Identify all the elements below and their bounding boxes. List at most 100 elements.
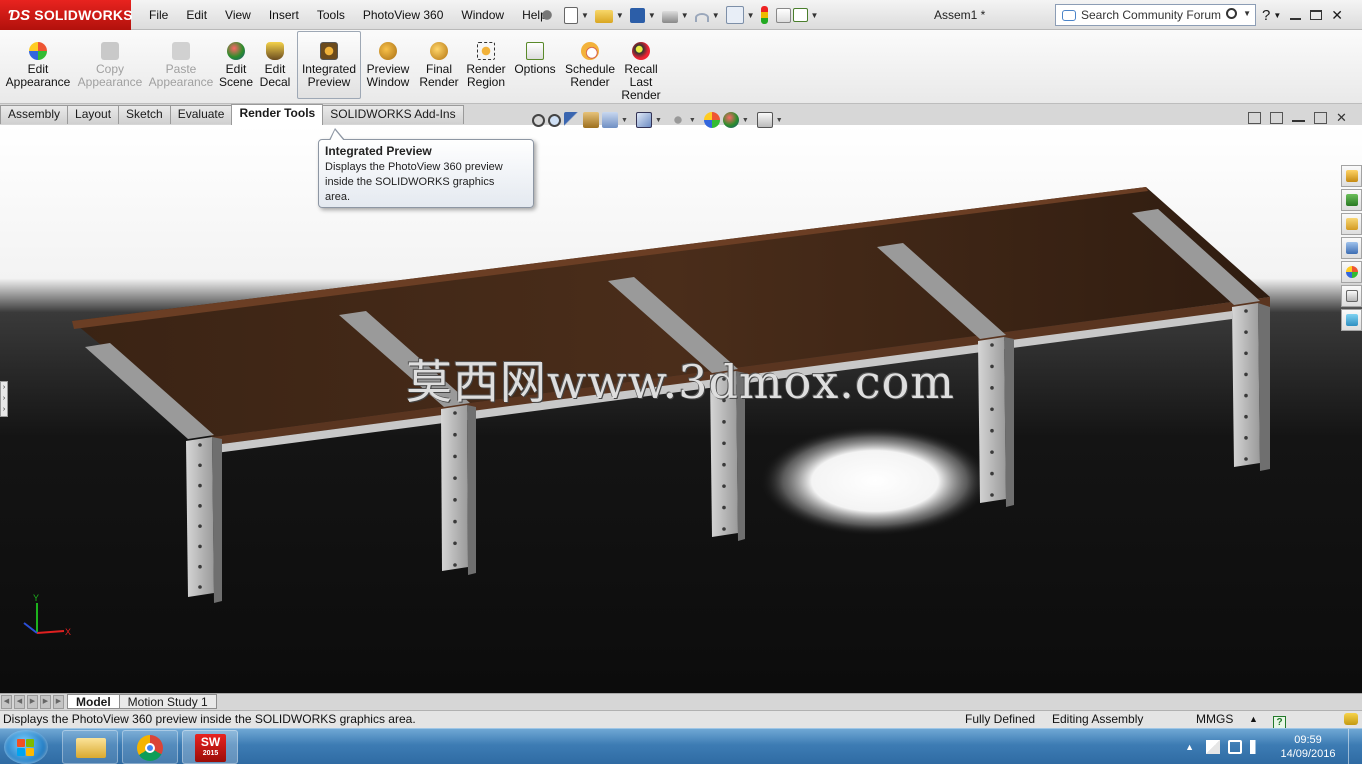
select-cursor-icon[interactable] — [725, 6, 744, 24]
tab-solidworks-add-ins[interactable]: SOLIDWORKS Add-Ins — [322, 105, 464, 124]
tab-scroll-last-icon[interactable]: ▶ — [40, 695, 51, 709]
print-icon[interactable] — [661, 10, 678, 23]
recall-last-render-button[interactable]: Recall Last Render — [620, 32, 662, 102]
volume-icon[interactable] — [1250, 740, 1264, 754]
pin-icon[interactable] — [538, 6, 556, 24]
annotation-dropdown-icon[interactable]: ▼ — [621, 117, 628, 124]
viewport-close-icon[interactable]: ✕ — [1336, 111, 1349, 124]
paste-appearance-button[interactable]: Paste Appearance — [147, 32, 215, 102]
menu-insert[interactable]: Insert — [260, 0, 308, 30]
tab-render-tools[interactable]: Render Tools — [231, 104, 324, 125]
menu-view[interactable]: View — [216, 0, 260, 30]
minimize-icon[interactable] — [1290, 18, 1302, 20]
units-menu-arrow-icon[interactable]: ▲ — [1249, 711, 1258, 728]
sw-app-label: SW — [200, 735, 221, 749]
viewport-minimize-icon[interactable] — [1292, 112, 1305, 122]
options-button[interactable]: Options — [513, 32, 557, 102]
view-orientation-icon[interactable] — [635, 112, 652, 128]
options-dropdown-icon[interactable]: ▼ — [811, 11, 819, 20]
open-dropdown-icon[interactable]: ▼ — [616, 11, 624, 20]
taskbar-chrome[interactable] — [122, 730, 178, 764]
tab-model[interactable]: Model — [67, 694, 120, 709]
menu-window[interactable]: Window — [452, 0, 513, 30]
tab-scroll-first-icon[interactable]: ◀ — [1, 695, 12, 709]
orientation-dropdown-icon[interactable]: ▼ — [655, 117, 662, 124]
render-region-button[interactable]: Render Region — [464, 32, 508, 102]
rebuild-status-icon[interactable] — [1344, 713, 1358, 725]
menu-tools[interactable]: Tools — [308, 0, 354, 30]
edit-appearance-button[interactable]: Edit Appearance — [4, 32, 72, 102]
print-dropdown-icon[interactable]: ▼ — [681, 11, 689, 20]
tab-scroll-end-icon[interactable]: ▶ — [53, 695, 64, 709]
preview-window-button[interactable]: Preview Window — [364, 32, 412, 102]
show-hidden-icons-icon[interactable]: ▲ — [1185, 742, 1194, 752]
help-dropdown-icon[interactable]: ▼ — [1273, 11, 1281, 20]
undo-icon[interactable] — [694, 13, 709, 22]
viewport-restore-icon[interactable] — [1314, 112, 1327, 124]
viewport-split-icon[interactable] — [1270, 112, 1283, 124]
final-render-button[interactable]: Final Render — [418, 32, 460, 102]
edit-appearance-view-icon[interactable] — [703, 112, 720, 128]
section-view-icon[interactable] — [583, 112, 599, 128]
tab-sketch[interactable]: Sketch — [118, 105, 171, 124]
new-dropdown-icon[interactable]: ▼ — [581, 11, 589, 20]
feature-manager-expand-handle[interactable]: › › › — [0, 381, 8, 417]
show-desktop-button[interactable] — [1348, 729, 1362, 764]
dynamic-annotation-icon[interactable] — [602, 112, 618, 128]
task-pane-design-library-tab[interactable] — [1341, 213, 1362, 235]
integrated-preview-button[interactable]: Integrated Preview — [297, 31, 361, 99]
close-icon[interactable]: ✕ — [1331, 7, 1343, 24]
file-properties-icon[interactable] — [775, 7, 791, 23]
tab-assembly[interactable]: Assembly — [0, 105, 69, 124]
viewport-single-icon[interactable] — [1248, 112, 1261, 124]
schedule-render-button[interactable]: Schedule Render — [563, 32, 617, 102]
scene-dropdown-icon[interactable]: ▼ — [742, 117, 749, 124]
search-community-input[interactable]: Search Community Forum ▼ — [1055, 4, 1256, 26]
display-style-dropdown-icon[interactable]: ▼ — [689, 117, 696, 124]
tab-scroll-next-icon[interactable]: ▶ — [27, 695, 38, 709]
task-pane-appearances-tab[interactable] — [1341, 261, 1362, 283]
open-folder-icon[interactable] — [594, 10, 613, 23]
tab-evaluate[interactable]: Evaluate — [169, 105, 233, 124]
unit-system[interactable]: MMGS — [1196, 711, 1233, 728]
view-settings-icon[interactable] — [756, 112, 773, 128]
help-menu-icon[interactable]: ? — [1262, 7, 1270, 24]
tab-layout[interactable]: Layout — [67, 105, 120, 124]
tab-motion-study-1[interactable]: Motion Study 1 — [118, 694, 217, 709]
solidworks-logo[interactable]: ƊS SOLIDWORKS — [0, 0, 133, 30]
restore-icon[interactable] — [1310, 10, 1323, 20]
tab-scroll-prev-icon[interactable]: ◀ — [14, 695, 25, 709]
display-style-icon[interactable] — [669, 112, 686, 128]
edit-decal-button[interactable]: Edit Decal — [258, 32, 292, 102]
edit-scene-button[interactable]: Edit Scene — [218, 32, 254, 102]
menu-file[interactable]: File — [140, 0, 177, 30]
options-icon[interactable] — [792, 8, 808, 22]
copy-appearance-button[interactable]: Copy Appearance — [76, 32, 144, 102]
apply-scene-icon[interactable] — [722, 112, 739, 128]
network-icon[interactable] — [1228, 740, 1242, 754]
zoom-to-area-icon[interactable] — [548, 113, 561, 127]
view-settings-dropdown-icon[interactable]: ▼ — [776, 117, 783, 124]
rebuild-traffic-light-icon[interactable] — [760, 6, 768, 24]
action-center-flag-icon[interactable] — [1206, 740, 1220, 754]
new-document-icon[interactable] — [564, 6, 578, 24]
previous-view-icon[interactable] — [564, 112, 580, 128]
select-dropdown-icon[interactable]: ▼ — [747, 11, 755, 20]
undo-dropdown-icon[interactable]: ▼ — [712, 11, 720, 20]
menu-photoview[interactable]: PhotoView 360 — [354, 0, 453, 30]
zoom-to-fit-icon[interactable] — [532, 113, 545, 127]
task-pane-home-tab[interactable] — [1341, 165, 1362, 187]
search-icon[interactable] — [1226, 8, 1237, 19]
save-icon[interactable] — [629, 7, 645, 23]
taskbar-solidworks[interactable]: SW 2015 — [182, 730, 238, 764]
save-dropdown-icon[interactable]: ▼ — [648, 11, 656, 20]
clock[interactable]: 09:59 14/09/2016 — [1268, 733, 1348, 761]
task-pane-resources-tab[interactable] — [1341, 189, 1362, 211]
taskbar-file-explorer[interactable] — [62, 730, 118, 764]
task-pane-solidworks-forum-tab[interactable] — [1341, 309, 1362, 331]
search-dropdown-icon[interactable]: ▼ — [1243, 9, 1251, 18]
menu-edit[interactable]: Edit — [177, 0, 216, 30]
task-pane-file-explorer-tab[interactable] — [1341, 237, 1362, 259]
start-button[interactable] — [4, 730, 48, 764]
task-pane-custom-properties-tab[interactable] — [1341, 285, 1362, 307]
